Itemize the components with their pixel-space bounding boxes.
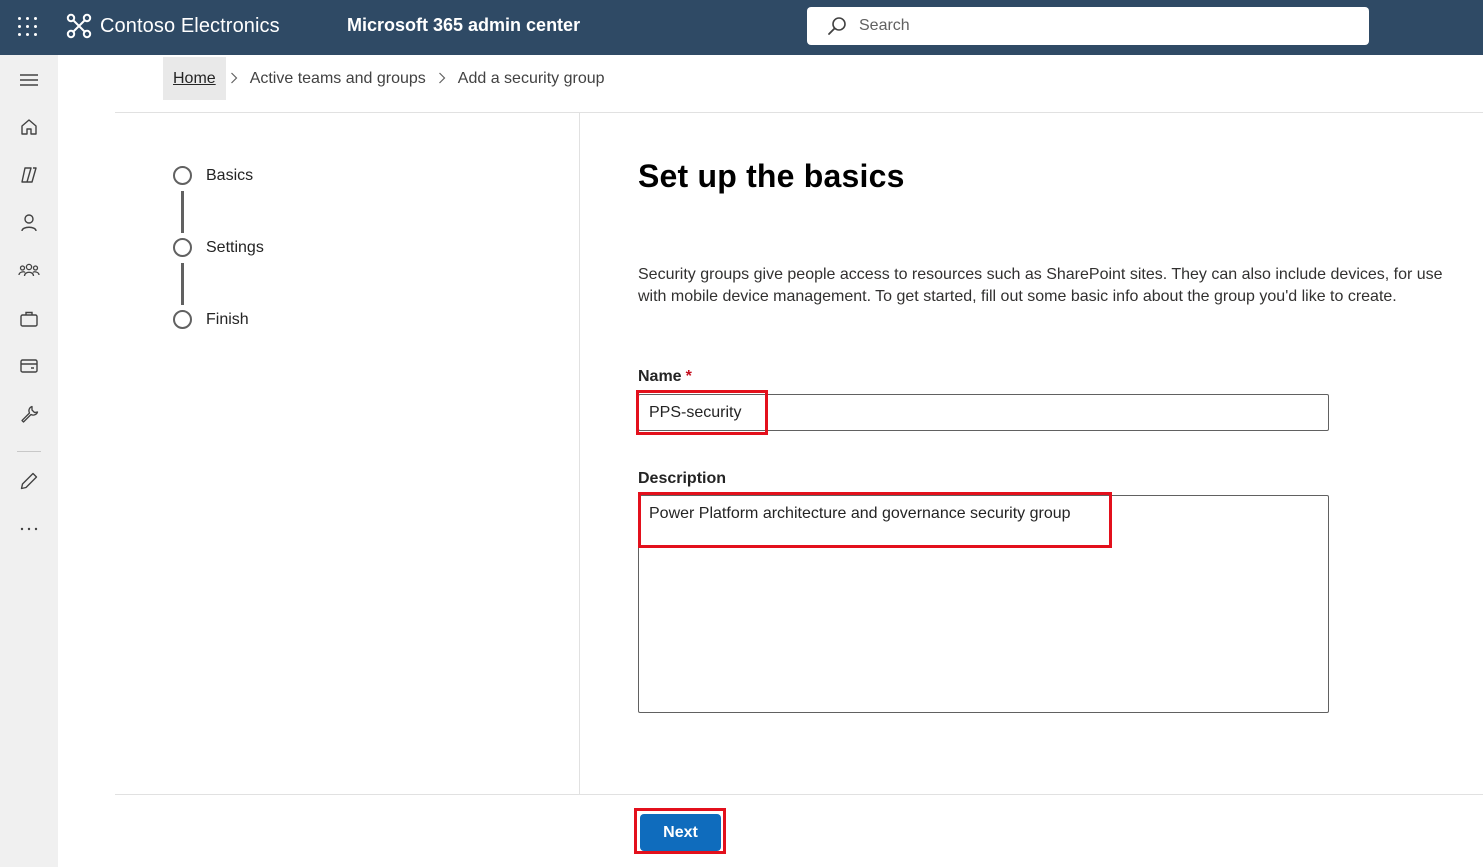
brand-name: Contoso Electronics bbox=[100, 14, 280, 37]
briefcase-icon[interactable] bbox=[17, 307, 41, 331]
wrench-icon[interactable] bbox=[17, 402, 41, 426]
teams-groups-icon[interactable] bbox=[17, 259, 41, 283]
step-label: Basics bbox=[206, 166, 254, 184]
app-launcher-icon[interactable] bbox=[17, 16, 39, 38]
wizard-step-finish[interactable]: Finish bbox=[173, 310, 249, 329]
description-field[interactable]: Power Platform architecture and governan… bbox=[638, 495, 1329, 713]
divider-top bbox=[115, 112, 1483, 113]
step-circle-icon bbox=[173, 166, 192, 185]
app-title[interactable]: Microsoft 365 admin center bbox=[347, 15, 580, 36]
divider-bottom bbox=[115, 794, 1483, 795]
step-connector bbox=[181, 263, 184, 305]
step-label: Settings bbox=[206, 238, 264, 256]
required-marker: * bbox=[685, 368, 692, 385]
breadcrumb: Home Active teams and groups Add a secur… bbox=[163, 57, 613, 100]
name-label-text: Name bbox=[638, 368, 682, 385]
breadcrumb-active-teams-link[interactable]: Active teams and groups bbox=[242, 70, 434, 88]
page-title: Set up the basics bbox=[638, 158, 905, 194]
more-icon[interactable] bbox=[17, 517, 41, 541]
brand[interactable]: Contoso Electronics bbox=[66, 13, 280, 39]
left-nav-rail bbox=[0, 55, 58, 867]
step-label: Finish bbox=[206, 310, 249, 328]
divider-vertical bbox=[579, 113, 580, 794]
description-field-value: Power Platform architecture and governan… bbox=[649, 505, 1071, 522]
breadcrumb-current-page: Add a security group bbox=[457, 69, 605, 87]
name-field[interactable]: PPS-security bbox=[638, 394, 1329, 431]
wizard-step-settings[interactable]: Settings bbox=[173, 238, 264, 257]
step-circle-icon bbox=[173, 238, 192, 257]
billing-card-icon[interactable] bbox=[17, 354, 41, 378]
step-connector bbox=[181, 191, 184, 233]
top-bar: Contoso Electronics Microsoft 365 admin … bbox=[0, 0, 1483, 55]
breadcrumb-home-link[interactable]: Home bbox=[163, 57, 226, 100]
step-circle-icon bbox=[173, 310, 192, 329]
user-icon[interactable] bbox=[17, 211, 41, 235]
rail-divider bbox=[17, 451, 41, 452]
pencil-icon[interactable] bbox=[17, 469, 41, 493]
wizard-step-basics[interactable]: Basics bbox=[173, 166, 253, 185]
next-button[interactable]: Next bbox=[640, 814, 721, 851]
chevron-right-icon bbox=[434, 71, 450, 87]
home-icon[interactable] bbox=[17, 115, 41, 139]
intro-text: Security groups give people access to re… bbox=[638, 266, 1443, 305]
name-label: Name * bbox=[638, 368, 692, 386]
contoso-logo-icon bbox=[66, 13, 92, 39]
search-icon bbox=[828, 17, 846, 35]
menu-icon[interactable] bbox=[17, 68, 41, 92]
name-field-value: PPS-security bbox=[649, 403, 742, 421]
chevron-right-icon bbox=[226, 71, 242, 87]
search-box[interactable]: Search bbox=[807, 7, 1369, 45]
search-input[interactable]: Search bbox=[859, 17, 910, 35]
description-label: Description bbox=[638, 470, 727, 487]
copilot-icon[interactable] bbox=[17, 163, 41, 187]
